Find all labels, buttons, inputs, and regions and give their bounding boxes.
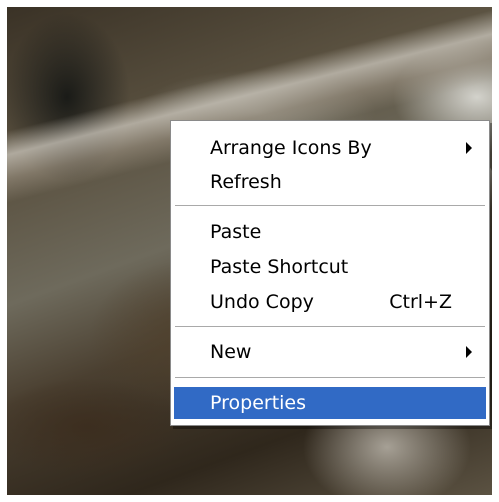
menu-item-label: Refresh (210, 171, 282, 193)
menu-item-shortcut: Ctrl+Z (389, 291, 452, 313)
menu-item-label: New (210, 341, 252, 363)
menu-item-label: Paste Shortcut (210, 256, 349, 278)
menu-item-arrange-icons-by[interactable]: Arrange Icons By (174, 131, 486, 165)
menu-separator (175, 205, 485, 206)
menu-item-properties[interactable]: Properties (174, 387, 486, 419)
menu-item-paste-shortcut[interactable]: Paste Shortcut (174, 250, 486, 284)
menu-item-undo-copy[interactable]: Undo Copy Ctrl+Z (174, 285, 486, 319)
menu-separator (175, 377, 485, 378)
menu-item-paste[interactable]: Paste (174, 215, 486, 249)
submenu-arrow-icon (466, 142, 472, 154)
desktop-context-menu: Arrange Icons By Refresh Paste Paste Sho… (170, 120, 490, 426)
menu-item-new[interactable]: New (174, 335, 486, 369)
desktop-background[interactable]: Arrange Icons By Refresh Paste Paste Sho… (7, 7, 492, 495)
menu-separator (175, 326, 485, 327)
menu-item-label: Properties (210, 392, 307, 414)
menu-item-label: Paste (210, 221, 262, 243)
submenu-arrow-icon (466, 346, 472, 358)
menu-item-label: Arrange Icons By (210, 137, 372, 159)
menu-item-label: Undo Copy (210, 291, 314, 313)
menu-item-refresh[interactable]: Refresh (174, 165, 486, 199)
